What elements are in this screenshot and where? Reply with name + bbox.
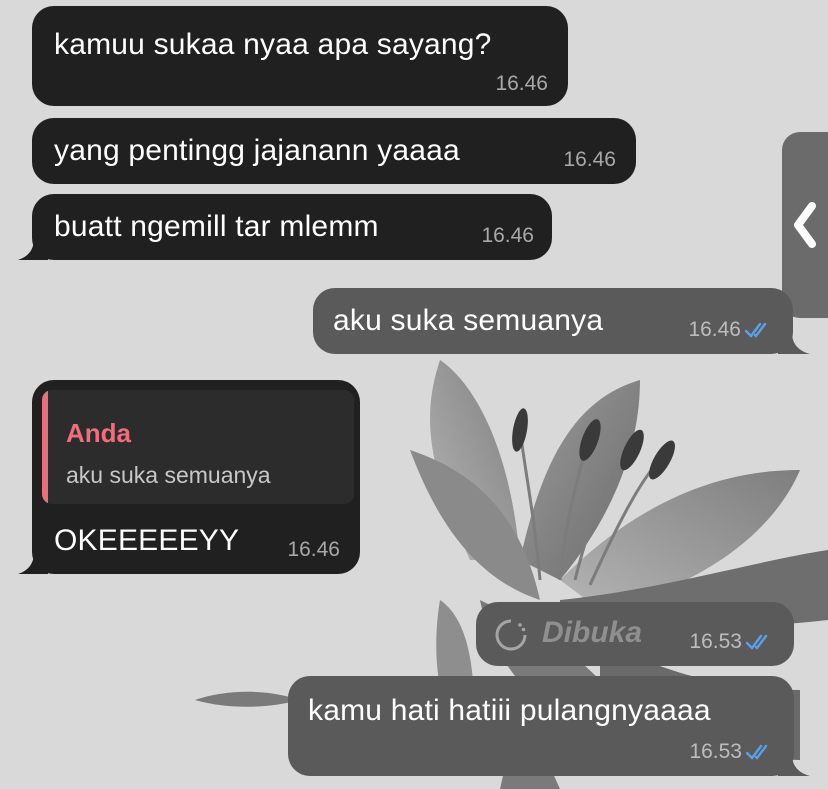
message-time: 16.46	[495, 72, 548, 95]
double-check-icon	[746, 634, 768, 650]
bubble-tail	[778, 332, 810, 354]
reply-text: aku suka semuanya	[66, 462, 271, 488]
message-text: kamu hati hatiii pulangnyaaaa	[308, 694, 711, 727]
quoted-reply[interactable]: Anda aku suka semuanya	[42, 390, 354, 504]
message-text: OKEEEEEYY	[54, 524, 240, 557]
double-check-icon	[745, 322, 767, 338]
double-check-icon	[746, 744, 768, 760]
message-bubble-incoming[interactable]: yang pentingg jajanann yaaaa 16.46	[32, 118, 636, 184]
reply-accent-bar	[42, 390, 48, 504]
message-bubble-outgoing[interactable]: kamu hati hatiii pulangnyaaaa 16.53	[288, 676, 794, 776]
reply-author: Anda	[66, 418, 131, 448]
message-text: buatt ngemill tar mlemm	[54, 210, 379, 243]
message-text: yang pentingg jajanann yaaaa	[54, 134, 460, 167]
message-bubble-incoming[interactable]: kamuu sukaa nyaa apa sayang? 16.46	[32, 6, 568, 106]
message-bubble-incoming-reply[interactable]: Anda aku suka semuanya OKEEEEEYY 16.46	[32, 380, 360, 574]
message-bubble-outgoing[interactable]: aku suka semuanya 16.46	[313, 288, 793, 354]
message-text: kamuu sukaa nyaa apa sayang?	[54, 28, 492, 61]
bubble-tail	[778, 754, 810, 776]
bubble-tail	[18, 552, 48, 574]
side-panel-handle[interactable]	[782, 132, 828, 318]
bubble-tail	[18, 238, 48, 260]
message-text: aku suka semuanya	[333, 304, 604, 337]
message-time: 16.53	[689, 740, 774, 764]
chevron-left-icon	[794, 202, 816, 248]
message-time: 16.46	[688, 318, 773, 342]
view-once-icon	[495, 619, 527, 651]
message-bubble-view-once[interactable]: Dibuka 16.53	[476, 602, 794, 666]
message-bubble-incoming[interactable]: buatt ngemill tar mlemm 16.46	[32, 194, 552, 260]
message-time: 16.53	[689, 630, 774, 654]
message-time: 16.46	[287, 538, 340, 561]
view-once-label: Dibuka	[542, 616, 643, 649]
message-time: 16.46	[481, 224, 534, 247]
message-time: 16.46	[563, 148, 616, 171]
